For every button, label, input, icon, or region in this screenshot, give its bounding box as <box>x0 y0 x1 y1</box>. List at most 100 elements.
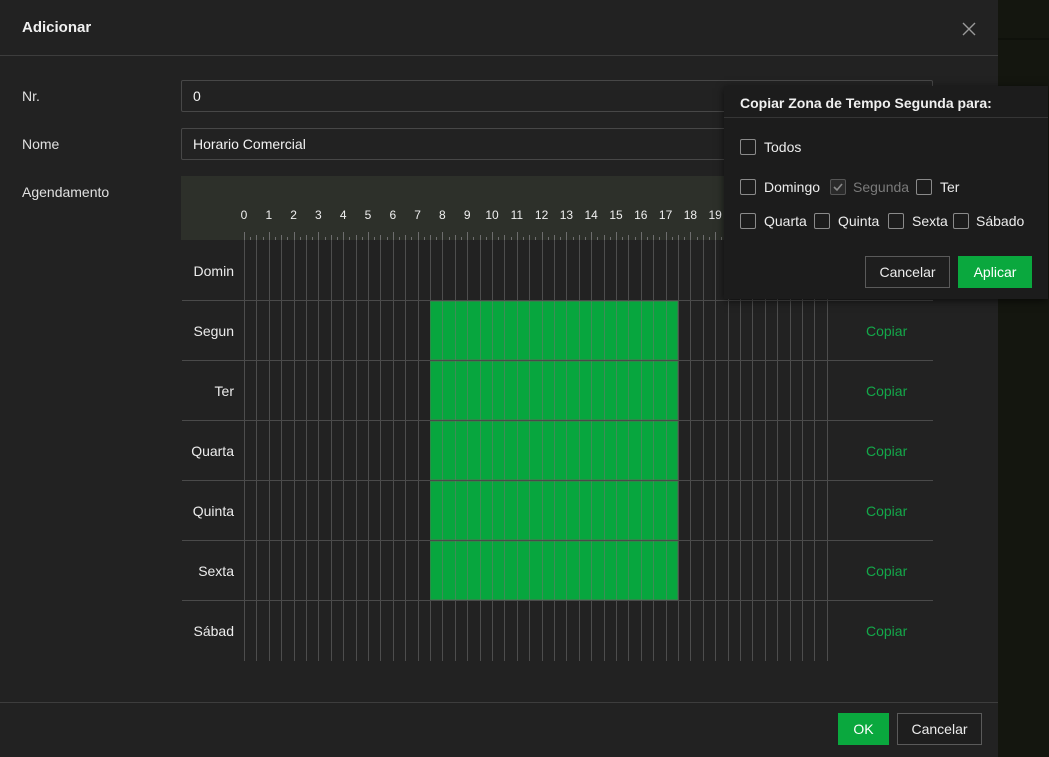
schedule-slot-divider <box>480 361 481 420</box>
ter-label: Ter <box>940 179 960 195</box>
schedule-slot-divider <box>480 541 481 600</box>
schedule-slot-divider <box>554 361 555 420</box>
ruler-tick <box>635 237 636 240</box>
schedule-slot-divider <box>455 301 456 360</box>
schedule-slot-divider <box>492 481 493 540</box>
hour-label: 4 <box>339 208 347 222</box>
schedule-slot-divider <box>666 301 667 360</box>
half-hour-gridline <box>814 240 815 661</box>
hour-label: 18 <box>683 208 698 222</box>
schedule-slot-divider <box>566 481 567 540</box>
schedule-slot-divider <box>467 481 468 540</box>
schedule-slot-divider <box>604 541 605 600</box>
schedule-slot-divider <box>653 481 654 540</box>
half-hour-gridline <box>244 240 245 661</box>
close-icon[interactable] <box>960 20 978 38</box>
sabado-checkbox[interactable] <box>953 213 969 229</box>
copy-link[interactable]: Copiar <box>866 323 907 339</box>
schedule-slot-divider <box>529 301 530 360</box>
ruler-tick <box>343 232 344 240</box>
popup-title: Copiar Zona de Tempo Segunda para: <box>740 95 992 111</box>
agendamento-label: Agendamento <box>22 184 110 200</box>
schedule-slot-divider <box>442 421 443 480</box>
ruler-tick <box>374 237 375 240</box>
schedule-slot-divider <box>628 541 629 600</box>
ruler-tick <box>591 232 592 240</box>
day-label: Sábad <box>193 623 234 639</box>
ruler-tick <box>250 237 251 240</box>
schedule-slot-divider <box>504 541 505 600</box>
schedule-slot-divider <box>529 481 530 540</box>
schedule-slot-divider <box>579 541 580 600</box>
hour-label: 19 <box>708 208 722 222</box>
schedule-slot-divider <box>554 541 555 600</box>
ruler-tick <box>467 232 468 240</box>
schedule-slot-divider <box>529 421 530 480</box>
ruler-tick <box>449 237 450 240</box>
popup-divider <box>724 117 1048 118</box>
quarta-label: Quarta <box>764 213 807 229</box>
domingo-checkbox[interactable] <box>740 179 756 195</box>
schedule-slot-divider <box>579 421 580 480</box>
copy-link[interactable]: Copiar <box>866 623 907 639</box>
ruler-tick <box>269 232 270 240</box>
schedule-slot-divider <box>504 361 505 420</box>
schedule-slot-divider <box>442 361 443 420</box>
hour-label: 12 <box>534 208 549 222</box>
copy-time-zone-popup: Copiar Zona de Tempo Segunda para: Todos… <box>724 86 1048 299</box>
ruler-tick <box>690 232 691 240</box>
schedule-slot-divider <box>566 361 567 420</box>
cancel-button[interactable]: Cancelar <box>897 713 982 745</box>
todos-checkbox[interactable] <box>740 139 756 155</box>
half-hour-gridline <box>318 240 319 661</box>
schedule-slot-divider <box>604 361 605 420</box>
copy-link[interactable]: Copiar <box>866 563 907 579</box>
ruler-tick <box>411 237 412 240</box>
quinta-checkbox[interactable] <box>814 213 830 229</box>
ruler-tick <box>498 237 499 240</box>
schedule-slot-divider <box>579 481 580 540</box>
schedule-slot-divider <box>628 481 629 540</box>
sexta-checkbox[interactable] <box>888 213 904 229</box>
hour-label: 0 <box>240 208 248 222</box>
ruler-tick <box>511 237 512 240</box>
schedule-slot-divider <box>653 541 654 600</box>
domingo-label: Domingo <box>764 179 821 195</box>
half-hour-gridline <box>752 240 753 661</box>
schedule-slot-divider <box>517 481 518 540</box>
apply-button[interactable]: Aplicar <box>958 256 1032 288</box>
schedule-slot-divider <box>616 541 617 600</box>
sabado-label: Sábado <box>976 213 1025 229</box>
schedule-slot-divider <box>616 361 617 420</box>
half-hour-gridline <box>356 240 357 661</box>
half-hour-gridline <box>269 240 270 661</box>
quarta-checkbox[interactable] <box>740 213 756 229</box>
schedule-slot-divider <box>628 421 629 480</box>
copy-link[interactable]: Copiar <box>866 383 907 399</box>
ruler-tick <box>312 237 313 240</box>
schedule-slot-divider <box>604 421 605 480</box>
hour-label: 15 <box>609 208 623 222</box>
half-hour-gridline <box>703 240 704 661</box>
schedule-slot-divider <box>616 421 617 480</box>
ruler-tick <box>325 237 326 240</box>
ruler-tick <box>697 237 698 240</box>
schedule-slot-divider <box>442 301 443 360</box>
copy-link[interactable]: Copiar <box>866 503 907 519</box>
schedule-slot-divider <box>666 481 667 540</box>
ok-button[interactable]: OK <box>838 713 889 745</box>
hour-label: 14 <box>584 208 598 222</box>
ruler-tick <box>715 232 716 240</box>
schedule-slot-divider <box>467 301 468 360</box>
copy-link[interactable]: Copiar <box>866 443 907 459</box>
schedule-slot-divider <box>467 361 468 420</box>
segunda-checkbox <box>830 179 846 195</box>
schedule-slot-divider <box>517 421 518 480</box>
popup-cancel-button[interactable]: Cancelar <box>865 256 950 288</box>
ter-checkbox[interactable] <box>916 179 932 195</box>
ruler-tick <box>622 237 623 240</box>
schedule-slot-divider <box>529 541 530 600</box>
schedule-slot-divider <box>628 301 629 360</box>
hour-label: 11 <box>510 208 524 222</box>
ruler-tick <box>318 232 319 240</box>
